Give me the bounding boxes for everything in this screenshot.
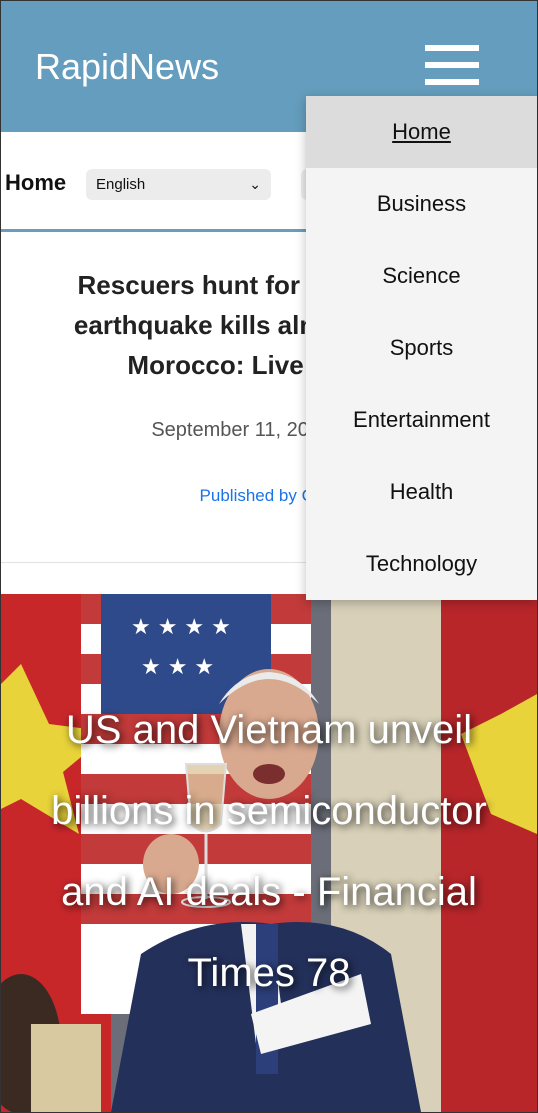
menu-item-business[interactable]: Business xyxy=(306,168,537,240)
brand-logo[interactable]: RapidNews xyxy=(35,46,219,88)
menu-item-home[interactable]: Home xyxy=(306,96,537,168)
nav-dropdown-menu: Home Business Science Sports Entertainme… xyxy=(306,96,537,600)
menu-item-sports[interactable]: Sports xyxy=(306,312,537,384)
menu-item-health[interactable]: Health xyxy=(306,456,537,528)
menu-item-science[interactable]: Science xyxy=(306,240,537,312)
hamburger-menu-icon[interactable] xyxy=(425,45,479,87)
hero-story[interactable]: ★ ★ ★ ★ ★ ★ ★ US and Vietnam unveil bill… xyxy=(1,594,537,1112)
menu-item-entertainment[interactable]: Entertainment xyxy=(306,384,537,456)
svg-text:★ ★ ★ ★: ★ ★ ★ ★ xyxy=(131,615,231,640)
hamburger-bar xyxy=(425,79,479,85)
menu-item-technology[interactable]: Technology xyxy=(306,528,537,600)
hero-title[interactable]: US and Vietnam unveil billions in semico… xyxy=(21,690,517,1014)
hamburger-bar xyxy=(425,45,479,51)
hamburger-bar xyxy=(425,62,479,68)
svg-text:★ ★ ★: ★ ★ ★ xyxy=(141,655,214,680)
language-select[interactable]: English ⌄ xyxy=(86,169,271,200)
current-section-label: Home xyxy=(5,170,67,195)
chevron-down-icon: ⌄ xyxy=(249,176,261,192)
language-select-value: English xyxy=(96,176,146,193)
